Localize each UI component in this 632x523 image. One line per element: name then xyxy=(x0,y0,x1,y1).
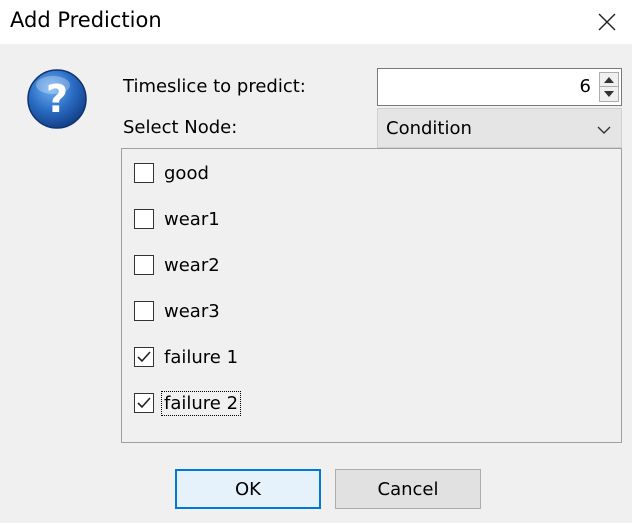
spin-buttons xyxy=(599,72,619,102)
timeslice-value[interactable]: 6 xyxy=(580,76,591,97)
state-label: failure 2 xyxy=(160,390,242,416)
state-checkbox[interactable] xyxy=(134,347,154,367)
state-label: wear3 xyxy=(164,300,220,322)
cancel-button[interactable]: Cancel xyxy=(335,469,481,509)
ok-button[interactable]: OK xyxy=(175,469,321,509)
window-title: Add Prediction xyxy=(10,8,162,32)
state-item-wear1[interactable]: wear1 xyxy=(134,204,222,234)
node-label: Select Node: xyxy=(123,117,238,138)
state-label: wear2 xyxy=(164,254,220,276)
state-checkbox[interactable] xyxy=(134,255,154,275)
close-icon xyxy=(598,13,616,31)
timeslice-label: Timeslice to predict: xyxy=(123,76,306,97)
state-checkbox[interactable] xyxy=(134,301,154,321)
spin-down-button[interactable] xyxy=(600,87,618,101)
state-item-wear2[interactable]: wear2 xyxy=(134,250,222,280)
svg-text:?: ? xyxy=(46,77,68,121)
timeslice-spinner[interactable]: 6 xyxy=(377,68,622,106)
state-item-good[interactable]: good xyxy=(134,158,211,188)
state-list: good wear1 wear2 wear3 failure 1 failure… xyxy=(121,148,622,443)
state-checkbox[interactable] xyxy=(134,393,154,413)
state-item-failure-2[interactable]: failure 2 xyxy=(134,388,242,418)
title-bar: Add Prediction xyxy=(0,0,632,44)
state-label: good xyxy=(164,162,209,184)
checkmark-icon xyxy=(137,351,151,363)
state-label: wear1 xyxy=(164,208,220,230)
arrow-down-icon xyxy=(604,91,614,97)
checkmark-icon xyxy=(137,397,151,409)
state-checkbox[interactable] xyxy=(134,163,154,183)
close-button[interactable] xyxy=(582,0,632,44)
state-checkbox[interactable] xyxy=(134,209,154,229)
chevron-down-icon xyxy=(597,126,611,134)
question-help-icon: ? xyxy=(26,68,88,130)
state-item-failure-1[interactable]: failure 1 xyxy=(134,342,240,372)
node-select-value: Condition xyxy=(386,118,472,139)
arrow-up-icon xyxy=(604,76,614,83)
node-select[interactable]: Condition xyxy=(377,108,622,148)
state-item-wear3[interactable]: wear3 xyxy=(134,296,222,326)
spin-up-button[interactable] xyxy=(600,73,618,87)
state-label: failure 1 xyxy=(164,346,239,368)
